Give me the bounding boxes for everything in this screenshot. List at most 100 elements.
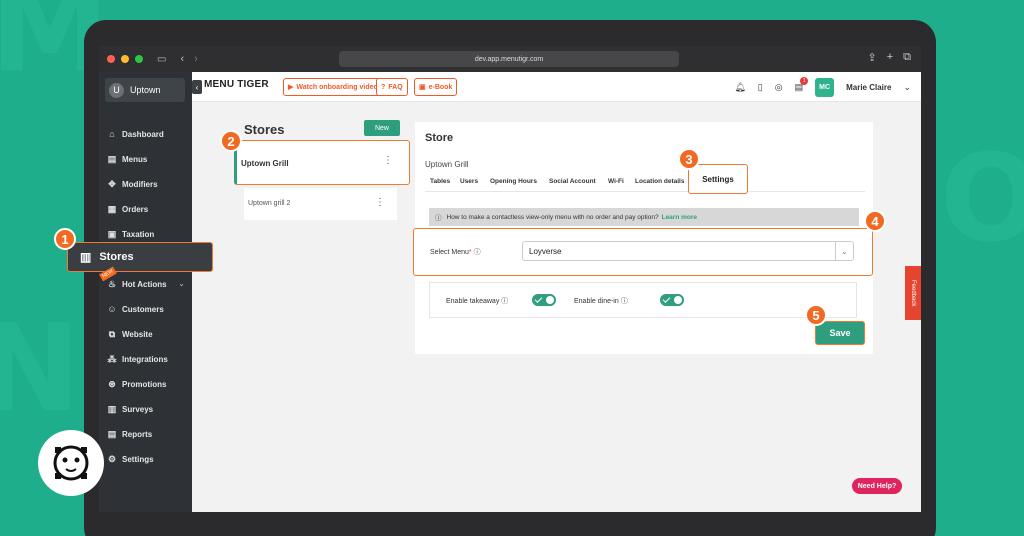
chevron-down-icon[interactable]: ⌄ [903, 82, 911, 93]
learn-more-link[interactable]: Learn more [662, 214, 697, 221]
watch-video-button[interactable]: ▶ Watch onboarding video [283, 78, 383, 96]
store-avatar: U [109, 82, 124, 98]
info-icon: ⓘ [501, 298, 509, 305]
bell-icon: ♨ [107, 279, 117, 289]
info-icon: ⓘ [473, 249, 481, 256]
tab-social-account[interactable]: Social Account [549, 178, 596, 185]
gear-icon: ⚙ [107, 454, 117, 464]
chevron-down-icon: ⌄ [178, 281, 185, 288]
sidebar-item-dashboard[interactable]: ⌂ Dashboard [99, 124, 192, 144]
new-tab-icon[interactable]: + [887, 51, 893, 64]
minimize-window-dot[interactable] [121, 55, 129, 63]
sidebar-item-stores[interactable]: ▥ Stores [67, 242, 213, 272]
tab-wifi[interactable]: Wi-Fi [608, 178, 624, 185]
ebook-button[interactable]: ▣ e-Book [414, 78, 458, 96]
faq-button[interactable]: ? FAQ [376, 78, 408, 96]
sidebar-item-customers[interactable]: ☺ Customers [99, 299, 192, 319]
store-tabs: Tables Users Opening Hours Social Accoun… [425, 178, 865, 192]
bg-pattern: O [940, 130, 1024, 269]
save-button[interactable]: Save [815, 321, 865, 345]
select-menu-dropdown[interactable]: Loyverse ⌄ [522, 241, 854, 261]
sidebar-item-hot-actions[interactable]: ♨ Hot Actions ⌄ [99, 274, 192, 294]
tab-opening-hours[interactable]: Opening Hours [490, 178, 537, 185]
info-text: How to make a contactless view-only menu… [446, 213, 659, 221]
tab-location-details[interactable]: Location details [635, 178, 684, 185]
mobile-icon[interactable]: ▯ [758, 82, 763, 93]
url-text: dev.app.menutigr.com [474, 55, 544, 63]
info-icon: ⓘ [620, 298, 628, 305]
sidebar-item-menus[interactable]: ▤ Menus [99, 149, 192, 169]
store-name: Uptown Grill [425, 160, 469, 169]
enable-takeaway-label: Enable takeaway ⓘ [446, 298, 509, 305]
share-icon[interactable]: ⇪ [867, 51, 876, 64]
sidebar-item-website[interactable]: ⧉ Website [99, 324, 192, 344]
more-options-icon[interactable]: ⋮ [383, 155, 393, 166]
tabs-overview-icon[interactable]: ⧉ [903, 51, 911, 64]
toggles-box: Enable takeaway ⓘ Enable dine-in ⓘ [429, 282, 857, 318]
sidebar-item-label: Hot Actions [122, 279, 167, 289]
back-icon[interactable]: ‹ [180, 53, 184, 65]
maximize-window-dot[interactable] [135, 55, 143, 63]
sidebar-item-taxation[interactable]: ▣ Taxation [99, 224, 192, 244]
feedback-tab[interactable]: Feedback [905, 266, 921, 320]
browser-toolbar: ▭ ‹ › dev.app.menutigr.com ⇪ + ⧉ [99, 46, 921, 72]
store-card-uptown-grill-2[interactable]: Uptown grill 2 ⋮ [244, 188, 397, 220]
enable-dinein-label: Enable dine-in ⓘ [574, 298, 628, 305]
report-icon: ▤ [107, 429, 117, 439]
select-menu-label: Select Menu* ⓘ [430, 249, 481, 256]
users-icon: ☺ [107, 304, 117, 314]
need-help-button[interactable]: Need Help? [852, 478, 902, 494]
forward-icon[interactable]: › [194, 53, 198, 65]
bell-icon[interactable]: 🔔︎ [734, 82, 745, 93]
integrations-icon: ⁂ [107, 354, 117, 364]
step-marker-4: 4 [864, 210, 886, 232]
stores-title: Stores [244, 122, 285, 137]
enable-dinein-toggle[interactable] [660, 294, 684, 306]
new-store-button[interactable]: New [364, 120, 400, 136]
sidebar-item-surveys[interactable]: ▥ Surveys [99, 399, 192, 419]
compass-icon[interactable]: ◎ [775, 82, 783, 93]
question-icon: ? [381, 83, 386, 91]
store-selector[interactable]: U Uptown [105, 78, 185, 102]
sidebar-item-label: Modifiers [122, 179, 158, 189]
enable-takeaway-toggle[interactable] [532, 294, 556, 306]
sidebar-item-promotions[interactable]: ⊛ Promotions [99, 374, 192, 394]
sidebar-item-label: Website [122, 329, 153, 339]
step-marker-5: 5 [805, 304, 827, 326]
close-window-dot[interactable] [107, 55, 115, 63]
sidebar-item-label: Promotions [122, 379, 167, 389]
tab-users[interactable]: Users [460, 178, 478, 185]
tiger-face-icon [53, 445, 89, 481]
ebook-label: e-Book [428, 83, 453, 91]
clipboard-icon: ▦ [107, 204, 117, 214]
survey-icon: ▥ [107, 404, 117, 414]
website-icon: ⧉ [108, 329, 116, 339]
orders-icon[interactable]: ▤ 1 [795, 77, 809, 93]
more-options-icon[interactable]: ⋮ [375, 197, 385, 208]
sidebar-item-settings[interactable]: ⚙ Settings [99, 449, 192, 469]
sidebar-item-label: Integrations [122, 354, 168, 364]
sidebar-item-label: Customers [122, 304, 164, 314]
address-bar[interactable]: dev.app.menutigr.com [339, 51, 679, 67]
store-card-uptown-grill[interactable]: Uptown Grill ⋮ [234, 140, 410, 185]
user-name[interactable]: Marie Claire [846, 83, 891, 92]
sidebar-item-integrations[interactable]: ⁂ Integrations [99, 349, 192, 369]
tab-tables[interactable]: Tables [430, 178, 450, 185]
promotion-icon: ⊛ [108, 379, 116, 389]
user-avatar[interactable]: MC [815, 78, 835, 97]
chevron-down-icon: ⌄ [835, 242, 853, 260]
store-card-name: Uptown grill 2 [248, 200, 291, 207]
calculator-icon: ▣ [107, 229, 117, 239]
collapse-sidebar-button[interactable]: ‹ [192, 80, 202, 94]
play-icon: ▶ [288, 84, 294, 91]
sidebar-item-modifiers[interactable]: ✥ Modifiers [99, 174, 192, 194]
tab-settings[interactable]: Settings [688, 164, 748, 194]
sidebar-item-orders[interactable]: ▦ Orders [99, 199, 192, 219]
sidebar-item-label: Surveys [122, 404, 154, 414]
store-icon: ▥ [80, 250, 92, 264]
select-menu-row: Select Menu* ⓘ Loyverse ⌄ [413, 228, 873, 276]
book-icon: ▣ [419, 84, 426, 91]
sidebar-item-reports[interactable]: ▤ Reports [99, 424, 192, 444]
sidebar-toggle-icon[interactable]: ▭ [157, 54, 166, 65]
info-icon: ⓘ [435, 215, 442, 222]
